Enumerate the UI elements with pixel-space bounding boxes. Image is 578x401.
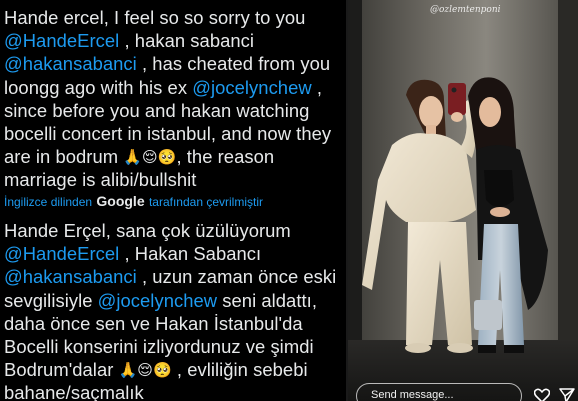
mention-jocelyn-chew[interactable]: @jocelynchew <box>192 77 311 98</box>
tweet-text: , Hakan Sabancı <box>119 243 262 265</box>
mention-hande-ercel[interactable]: @HandeErcel <box>4 30 119 51</box>
heart-icon[interactable] <box>533 388 551 401</box>
send-icon[interactable] <box>559 387 575 401</box>
tweet-text-original: Hande ercel, I feel so so sorry to you @… <box>4 6 342 192</box>
story-photo <box>348 0 578 401</box>
mention-jocelyn-chew[interactable]: @jocelynchew <box>98 290 217 311</box>
tweet-text-translated: Hande Erçel, sana çok üzülüyorum @HandeE… <box>4 219 342 401</box>
mention-hakan-sabanci[interactable]: @hakansabanci <box>4 53 137 74</box>
tweet-text: Hande Erçel, sana çok üzülüyorum <box>4 220 291 241</box>
translation-suffix: tarafından çevrilmiştir <box>145 195 263 209</box>
tweet-text: , hakan sabanci <box>119 30 255 52</box>
mention-hakan-sabanci[interactable]: @hakansabanci <box>4 266 137 287</box>
emoji-group: 🙏😌🥺 <box>118 362 172 380</box>
story-watermark: @ozlemtenponi <box>430 5 501 15</box>
tweet-text: Hande ercel, I feel so so sorry to you <box>4 7 306 28</box>
translation-prefix: İngilizce dilinden <box>4 195 96 209</box>
tweet-panel: Hande ercel, I feel so so sorry to you @… <box>0 0 346 401</box>
mention-hande-ercel[interactable]: @HandeErcel <box>4 243 119 264</box>
message-bar[interactable] <box>356 383 522 401</box>
translation-note[interactable]: İngilizce dilinden Google tarafından çev… <box>4 193 263 210</box>
emoji-group: 🙏😌🥺 <box>123 149 177 167</box>
google-logo: Google <box>96 193 145 209</box>
send-message-input[interactable] <box>369 388 513 401</box>
story-panel: @ozlemtenponi <box>348 0 578 401</box>
